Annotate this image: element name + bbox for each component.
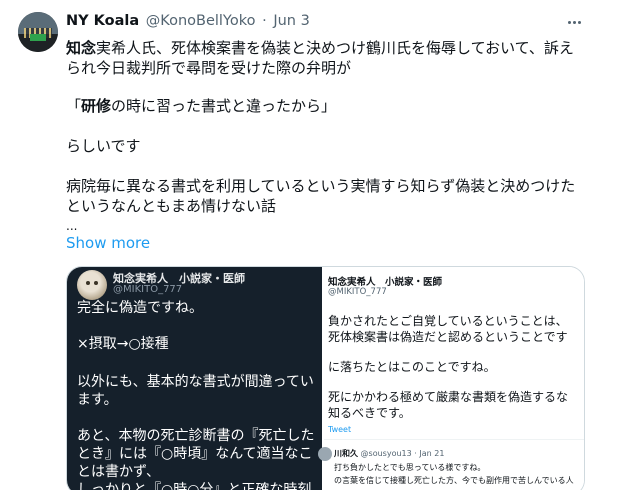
screenshot-tweet-label: Tweet [328, 425, 352, 434]
tweet-text-line-4: らしいです [66, 137, 141, 155]
screenshot-text-line: とき』には『○時頃』なんて適当なこ [77, 446, 313, 462]
media-image-left[interactable]: 知念実希人 小説家・医師 @MIKITO_777 完全に偽造ですね。 ×摂取→○… [67, 267, 322, 490]
screenshot-text-line: ×摂取→○接種 [77, 336, 169, 352]
text-span: 「 [66, 97, 82, 115]
tweet-text-line-5: 病院毎に異なる書式を利用しているという実情すら知らず偽装と決めつけた [66, 177, 576, 195]
screenshot-text-line: あと、本物の死亡診断書の『死亡した [77, 428, 315, 444]
screenshot-text-line: 完全に偽造ですね。 [77, 300, 203, 316]
bold-text: 知念 [66, 39, 97, 57]
screenshot-reply-handle: @sousyou13 · Jan 21 [360, 449, 445, 458]
screenshot-separator [324, 439, 584, 440]
screenshot-text-line: とは書かず、 [77, 464, 161, 480]
tweet-date[interactable]: Jun 3 [273, 13, 310, 29]
bold-text: 研修 [81, 97, 112, 115]
screenshot-text-line: しっかりと『○時○分』と正確な時刻 [77, 482, 312, 490]
screenshot-text-line: 以外にも、基本的な書式が間違ってい [77, 374, 314, 390]
screenshot-text-line: 死体検案書は偽造だと認めるということです [328, 330, 568, 344]
screenshot-reply-name: 川和久 [334, 449, 358, 458]
tweet-text-ellipsis: ... [66, 219, 78, 233]
text-span: 実希人氏、死体検案書を偽装と決めつけ鶴川氏を侮辱しておいて、訴え [96, 39, 574, 57]
more-options-icon[interactable] [562, 14, 586, 30]
screenshot-author-name: 知念実希人 小説家・医師 [328, 277, 443, 288]
media-image-right[interactable]: 知念実希人 小説家・医師 @MIKITO_777 負かされたとご自覚しているとい… [318, 267, 584, 490]
show-more-link[interactable]: Show more [66, 234, 150, 252]
screenshot-reply-avatar [318, 447, 332, 461]
screenshot-reply-header: 川和久 @sousyou13 · Jan 21 [334, 448, 444, 459]
author-handle[interactable]: @KonoBellYoko [146, 13, 256, 29]
screenshot-text-line: に落ちたとはこのことですね。 [328, 360, 496, 374]
screenshot-avatar [77, 270, 107, 300]
screenshot-text-line: 負かされたとご自覚しているということは、 [328, 314, 568, 328]
screenshot-text-line: 知るべきです。 [328, 406, 411, 420]
text-span: の時に習った書式と違ったから」 [111, 97, 337, 115]
avatar[interactable] [18, 12, 58, 52]
tweet-text-line-6: というなんともまあ情けない話 [66, 197, 277, 215]
media-attachment[interactable]: 知念実希人 小説家・医師 @MIKITO_777 完全に偽造ですね。 ×摂取→○… [66, 266, 585, 490]
header-separator: · [262, 13, 267, 29]
tweet-text-line-2: られ今日裁判所で尋問を受けた際の弁明が [66, 59, 352, 77]
tweet-header: NY Koala @KonoBellYoko · Jun 3 [66, 13, 310, 33]
screenshot-text-line: ます。 [77, 392, 118, 408]
author-name[interactable]: NY Koala [66, 13, 139, 29]
tweet-text-line-1: 知念実希人氏、死体検案書を偽装と決めつけ鶴川氏を侮辱しておいて、訴え [66, 38, 574, 58]
screenshot-reply-line: の言葉を信じて接種し死亡した方、今でも副作用で苦しんでいる人 [334, 476, 574, 485]
screenshot-reply-line: 打ち負かしたとでも思っている様ですね。 [334, 463, 486, 472]
screenshot-text-line: 死にかかわる極めて厳粛な書類を偽造するな [328, 390, 569, 404]
tweet-text-line-3: 「研修の時に習った書式と違ったから」 [66, 96, 336, 116]
screenshot-author-handle: @MIKITO_777 [328, 287, 387, 297]
avatar-sign [30, 34, 46, 41]
tweet-card[interactable]: NY Koala @KonoBellYoko · Jun 3 知念実希人氏、死体… [0, 0, 633, 490]
screenshot-author-handle: @MIKITO_777 [113, 284, 183, 295]
